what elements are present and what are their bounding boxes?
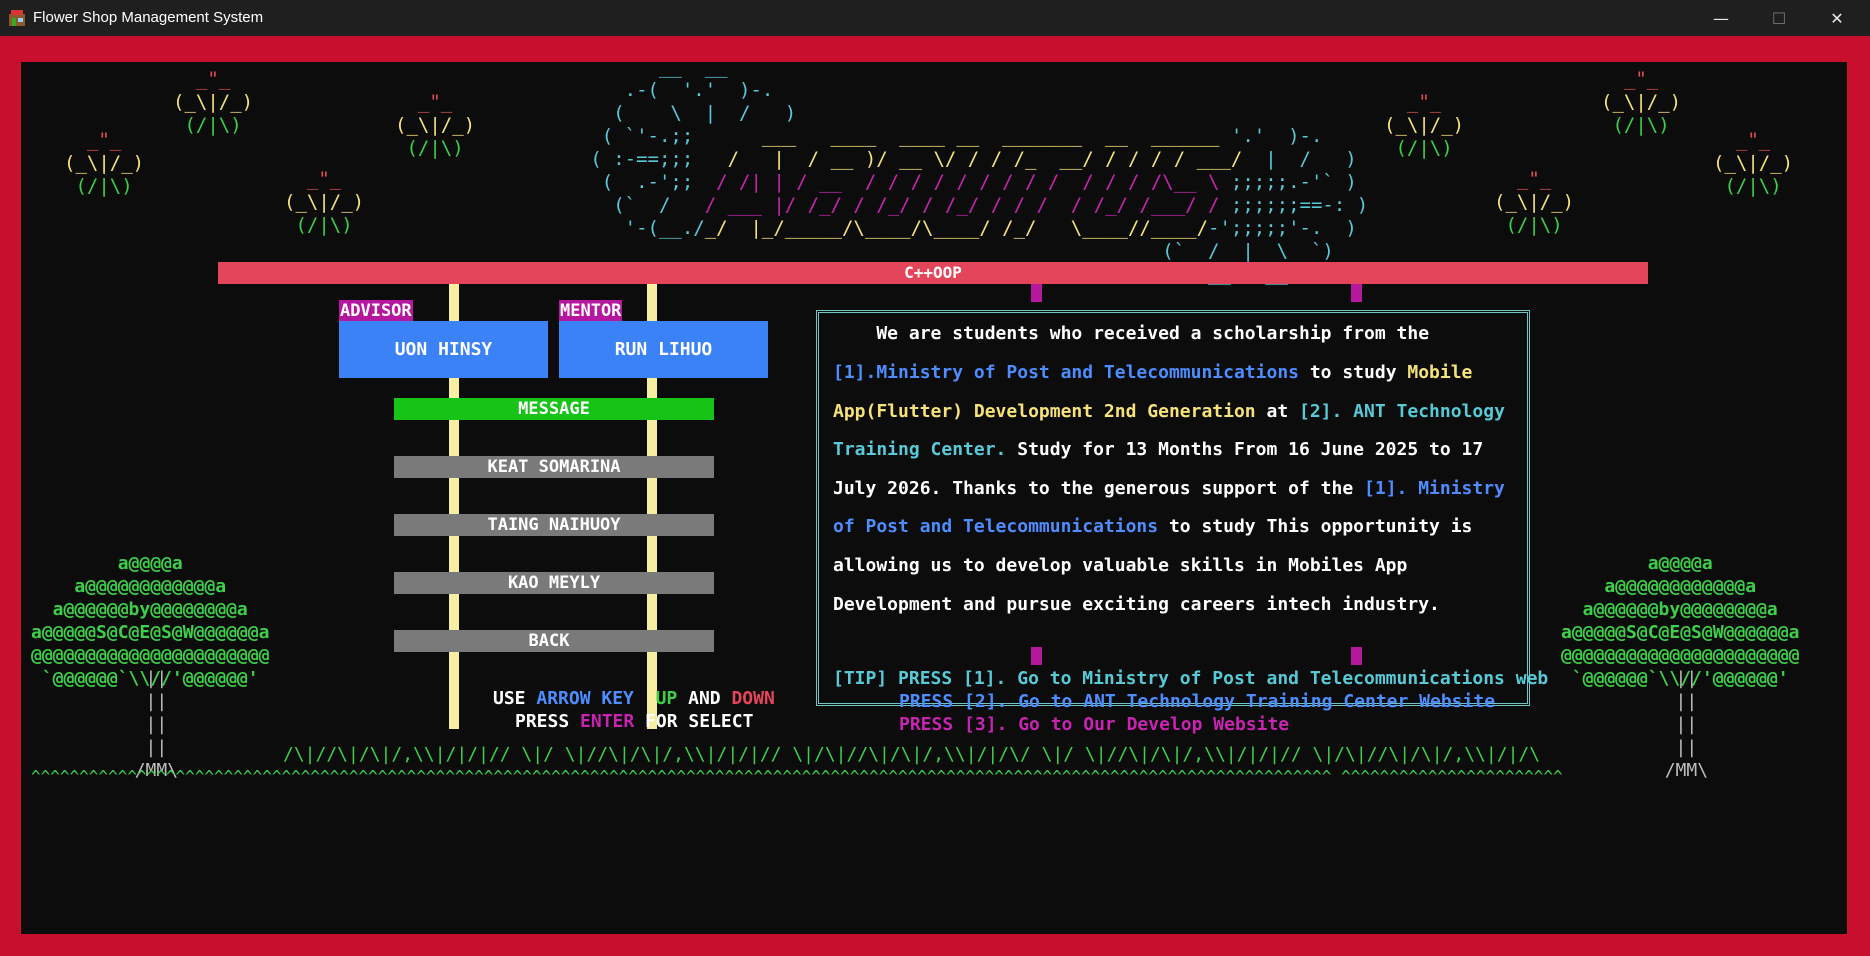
console-area: _"_ (_\|/_) (/|\) _"_ (_\|/_) (/|\) _"_ … bbox=[21, 62, 1847, 934]
tip-line-3: PRESS [3]. Go to Our Develop Website bbox=[899, 714, 1290, 735]
advisor-name-box: UON HINSY bbox=[339, 321, 548, 378]
tip-line-1: [TIP] PRESS [1]. Go to Ministry of Post … bbox=[833, 668, 1549, 689]
ant-link[interactable]: [2]. ANT Technology bbox=[1299, 401, 1505, 422]
logo-art: __ __ .-( '.' )-. ( \ | / ) ( `'-.;; ___… bbox=[556, 62, 1369, 285]
mentor-name-box: RUN LIHUO bbox=[559, 321, 768, 378]
tree-trunk-art: || || || || /MM\ bbox=[134, 668, 179, 781]
menu-item-keat-somarina[interactable]: KEAT SOMARINA bbox=[394, 456, 714, 478]
flower-art: _"_ (_\|/_) (/|\) bbox=[395, 91, 476, 159]
message-line: [1].Ministry of Post and Telecommunicati… bbox=[833, 362, 1473, 383]
select-hint: PRESS ENTER FOR SELECT bbox=[515, 711, 754, 732]
flower-art: _"_ (_\|/_) (/|\) bbox=[284, 168, 365, 236]
menu-item-back[interactable]: BACK bbox=[394, 630, 714, 652]
flower-art: _"_ (_\|/_) (/|\) bbox=[1713, 129, 1794, 197]
connector bbox=[1031, 284, 1042, 302]
message-line: We are students who received a scholarsh… bbox=[833, 323, 1430, 344]
message-line: of Post and Telecommunications to study … bbox=[833, 516, 1473, 537]
tip-line-2: PRESS [2]. Go to ANT Technology Training… bbox=[899, 691, 1496, 712]
message-line: App(Flutter) Development 2nd Generation … bbox=[833, 401, 1505, 422]
minimize-button[interactable]: — bbox=[1692, 0, 1750, 36]
flower-art: _"_ (_\|/_) (/|\) bbox=[64, 129, 145, 197]
advisor-tag: ADVISOR bbox=[339, 300, 413, 322]
ground-art: ^^^^^^^^^^^^^^^^^^^^^^^^^^^^^^^^^^^^^^^^… bbox=[31, 767, 1563, 786]
message-line: Development and pursue exciting careers … bbox=[833, 594, 1440, 615]
connector bbox=[1351, 284, 1362, 302]
message-panel: We are students who received a scholarsh… bbox=[816, 310, 1530, 706]
grass-art: /\|//\|/\|/,\\|/|/|// \|/ \|//\|/\|/,\\|… bbox=[283, 744, 1541, 765]
mentor-tag: MENTOR bbox=[559, 300, 623, 322]
ministry-link[interactable]: [1].Ministry of Post and Telecommunicati… bbox=[833, 362, 1299, 383]
menu-item-kao-meyly[interactable]: KAO MEYLY bbox=[394, 572, 714, 594]
close-button[interactable]: ✕ bbox=[1808, 0, 1866, 36]
window-title: Flower Shop Management System bbox=[33, 9, 264, 26]
app-icon bbox=[9, 10, 25, 26]
flower-art: _"_ (_\|/_) (/|\) bbox=[173, 68, 254, 136]
menu-item-message[interactable]: MESSAGE bbox=[394, 398, 714, 420]
message-line: allowing us to develop valuable skills i… bbox=[833, 555, 1408, 576]
title-bar: Flower Shop Management System — ☐ ✕ bbox=[0, 0, 1870, 36]
menu-item-taing-naihuoy[interactable]: TAING NAIHUOY bbox=[394, 514, 714, 536]
flower-art: _"_ (_\|/_) (/|\) bbox=[1601, 68, 1682, 136]
banner-bar: C++OOP bbox=[218, 262, 1648, 284]
maximize-button[interactable]: ☐ bbox=[1750, 0, 1808, 36]
message-line: Training Center. Study for 13 Months Fro… bbox=[833, 439, 1484, 460]
message-line: July 2026. Thanks to the generous suppor… bbox=[833, 478, 1505, 499]
tree-trunk-art: || || || || /MM\ bbox=[1664, 668, 1709, 781]
flower-art: _"_ (_\|/_) (/|\) bbox=[1494, 168, 1575, 236]
navigation-hint: USE ARROW KEY UP AND DOWN bbox=[493, 688, 775, 709]
flower-art: _"_ (_\|/_) (/|\) bbox=[1384, 91, 1465, 159]
